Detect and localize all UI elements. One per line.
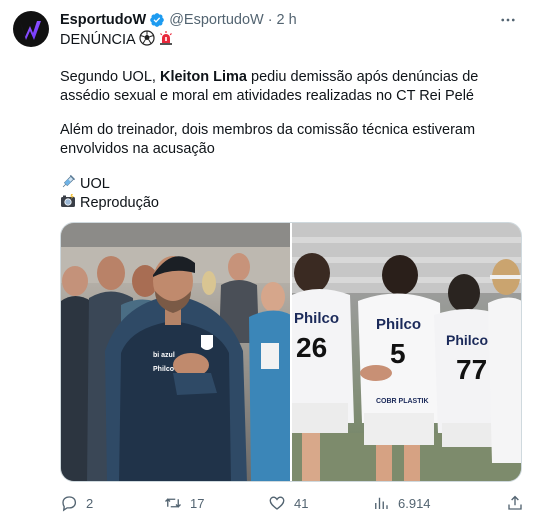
- photo-coach[interactable]: bi azul Philco: [61, 223, 290, 481]
- jersey-number-text: 77: [456, 354, 487, 385]
- tweet-headline: DENÚNCIA: [60, 30, 520, 50]
- views-count: 6.914: [398, 495, 431, 511]
- credit-text: Reprodução: [80, 195, 159, 211]
- brand-logo-icon: [20, 21, 41, 40]
- jersey-number-text: 5: [390, 338, 406, 369]
- timestamp[interactable]: 2 h: [277, 12, 297, 28]
- media-grid: bi azul Philco Philco 26 Philco 5 COBR P…: [60, 222, 522, 482]
- coach-sponsor-text: Philco: [153, 366, 174, 373]
- like-button[interactable]: 41: [268, 494, 308, 512]
- tweet-paragraph-2: Além do treinador, dois membros da comis…: [60, 122, 476, 157]
- author-name[interactable]: EsportudoW: [60, 12, 146, 28]
- paragraph-text: Segundo UOL,: [60, 69, 160, 85]
- jersey-brand-text: Philco: [376, 316, 421, 333]
- views-chart-icon: [375, 497, 388, 509]
- headline-text: DENÚNCIA: [60, 32, 136, 48]
- like-count: 41: [294, 495, 309, 511]
- share-button[interactable]: [506, 494, 532, 512]
- source-credit: UOL: [60, 174, 520, 194]
- sponsor-text: COBR PLASTIK: [376, 398, 429, 405]
- retweet-icon: [165, 498, 181, 508]
- retweet-button[interactable]: 17: [164, 494, 204, 512]
- camera-flash-icon: [61, 194, 75, 207]
- share-icon: [508, 495, 522, 510]
- avatar[interactable]: [13, 11, 49, 47]
- jersey-number-text: 26: [296, 332, 327, 363]
- reply-icon: [62, 496, 77, 512]
- photo-players-huddle[interactable]: Philco 26 Philco 5 COBR PLASTIK Philco 7…: [292, 223, 521, 481]
- heart-icon: [269, 496, 285, 510]
- credit-text: UOL: [80, 176, 110, 192]
- players-illustration: Philco 26 Philco 5 COBR PLASTIK Philco 7…: [292, 223, 521, 481]
- soccer-ball-icon: [139, 30, 155, 46]
- coach-badge-text: bi azul: [153, 352, 175, 359]
- more-options-icon[interactable]: [498, 10, 518, 30]
- syringe-icon: [62, 174, 76, 188]
- author-handle[interactable]: @EsportudoW: [169, 12, 264, 28]
- separator-dot: ·: [267, 12, 273, 28]
- coach-illustration: bi azul Philco: [61, 223, 290, 481]
- tweet: EsportudoW @EsportudoW · 2 h DENÚNCIA Se…: [0, 0, 536, 517]
- retweet-count: 17: [190, 495, 205, 511]
- photo-credit: Reprodução: [60, 193, 520, 213]
- reply-button[interactable]: 2: [60, 494, 93, 512]
- jersey-brand-text: Philco: [294, 310, 339, 327]
- tweet-paragraph-1: Segundo UOL, Kleiton Lima pediu demissão…: [60, 68, 520, 106]
- views-button[interactable]: 6.914: [372, 494, 431, 512]
- verified-badge-icon: [150, 13, 165, 27]
- jersey-brand-text: Philco: [446, 332, 488, 348]
- reply-count: 2: [86, 495, 94, 511]
- tweet-header: EsportudoW @EsportudoW · 2 h: [60, 12, 297, 28]
- action-bar: 2 17 41 6.914: [60, 494, 522, 514]
- highlight-name: Kleiton Lima: [159, 69, 247, 85]
- siren-icon: [159, 31, 172, 45]
